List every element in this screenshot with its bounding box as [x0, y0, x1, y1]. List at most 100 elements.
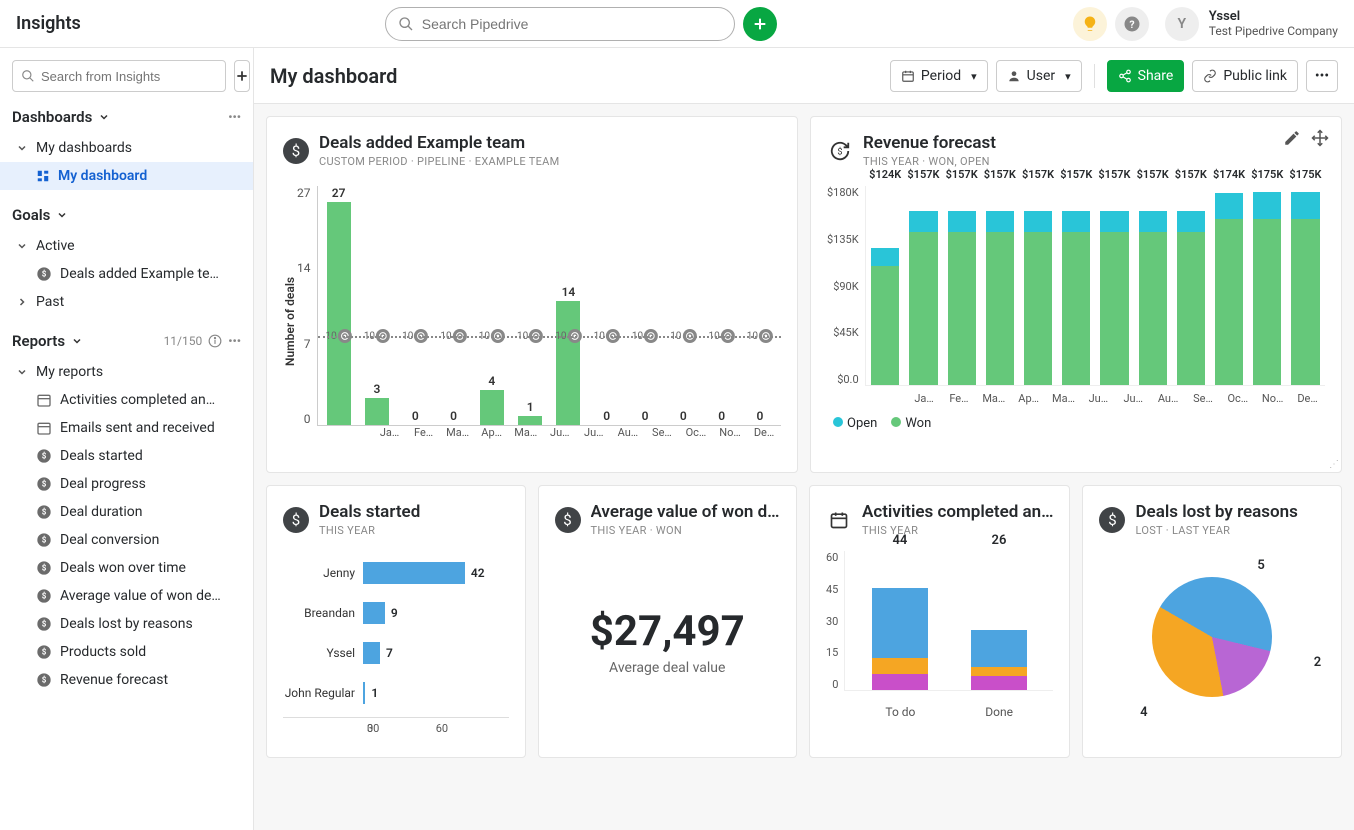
report-label: Deal progress [60, 476, 146, 492]
chevron-down-icon [16, 366, 28, 378]
card-deals-added: $ Deals added Example team CUSTOM PERIOD… [266, 116, 798, 473]
svg-text:$: $ [42, 508, 47, 517]
goals-past-folder[interactable]: Past [0, 288, 253, 316]
revenue-forecast-chart: $180K$135K$90K$45K$0.0 $124K$157K$157K$1… [827, 186, 1325, 431]
y-axis-label: Number of deals [283, 186, 297, 456]
calendar-icon [826, 507, 852, 533]
sidebar-search-input[interactable] [41, 69, 217, 84]
card-deals-lost: $ Deals lost by reasons LOST · LAST YEAR… [1082, 485, 1342, 758]
info-icon[interactable] [208, 334, 222, 348]
dollar-icon: $ [36, 672, 52, 688]
share-button[interactable]: Share [1107, 60, 1185, 92]
more-icon[interactable]: ••• [228, 110, 241, 124]
refresh-dollar-icon: $ [827, 138, 853, 164]
goals-active-folder[interactable]: Active [0, 232, 253, 260]
tips-icon[interactable] [1073, 7, 1107, 41]
calendar-icon [901, 69, 915, 83]
report-label: Deal duration [60, 504, 143, 520]
report-item[interactable]: $Deals won over time [0, 554, 253, 582]
svg-text:$: $ [42, 564, 47, 573]
more-menu-button[interactable]: ••• [1306, 60, 1338, 92]
chevron-down-icon [56, 209, 68, 221]
big-number: $27,497 [590, 607, 745, 656]
dollar-icon: $ [36, 532, 52, 548]
report-label: Activities completed an… [60, 392, 215, 408]
dollar-icon: $ [1099, 507, 1125, 533]
dashboards-section[interactable]: Dashboards ••• [0, 100, 253, 134]
user-company: Test Pipedrive Company [1209, 24, 1338, 38]
sidebar-add-button[interactable] [234, 60, 250, 92]
public-link-button[interactable]: Public link [1192, 60, 1298, 92]
card-subtitle: THIS YEAR · WON, OPEN [863, 155, 996, 168]
report-item[interactable]: Emails sent and received [0, 414, 253, 442]
report-label: Revenue forecast [60, 672, 168, 688]
report-label: Deals started [60, 448, 143, 464]
period-dropdown[interactable]: Period [890, 60, 988, 92]
card-subtitle: THIS YEAR [862, 524, 1053, 537]
goal-item[interactable]: $ Deals added Example te… [0, 260, 253, 288]
report-label: Average value of won de… [60, 588, 221, 604]
chevron-right-icon [16, 296, 28, 308]
report-item[interactable]: $Deals lost by reasons [0, 610, 253, 638]
report-item[interactable]: Activities completed an… [0, 386, 253, 414]
average-value-display: $27,497 Average deal value [555, 541, 781, 741]
big-number-label: Average deal value [609, 660, 725, 676]
reports-section[interactable]: Reports 11/150 ••• [0, 324, 253, 358]
deals-added-chart: Number of deals 271470 27103100100104101… [283, 186, 781, 456]
main-content: My dashboard Period User Share Public li… [254, 48, 1354, 830]
search-icon [21, 69, 35, 83]
share-icon [1118, 69, 1132, 83]
activities-chart: 604530150 4426 To doDone [826, 551, 1053, 731]
sidebar: Dashboards ••• My dashboards My dashboar… [0, 48, 254, 830]
card-revenue-forecast: $ Revenue forecast THIS YEAR · WON, OPEN… [810, 116, 1342, 473]
dollar-icon: $ [36, 476, 52, 492]
global-search-input[interactable] [422, 16, 722, 32]
dollar-icon: $ [36, 644, 52, 660]
report-item[interactable]: $ Deal duration [0, 498, 253, 526]
card-title: Activities completed an… [862, 502, 1053, 522]
card-activities: Activities completed an… THIS YEAR 60453… [809, 485, 1070, 758]
sidebar-item-my-dashboard[interactable]: My dashboard [0, 162, 253, 190]
report-label: Deals lost by reasons [60, 616, 193, 632]
user-dropdown[interactable]: User [996, 60, 1082, 92]
report-item[interactable]: $Products sold [0, 638, 253, 666]
help-icon[interactable]: ? [1115, 7, 1149, 41]
dollar-icon: $ [36, 448, 52, 464]
dashboard-icon [36, 169, 50, 183]
report-item[interactable]: $ Revenue forecast [0, 666, 253, 694]
report-label: Emails sent and received [60, 420, 215, 436]
svg-text:$: $ [42, 270, 47, 279]
my-reports-folder[interactable]: My reports [0, 358, 253, 386]
calendar-icon [36, 420, 52, 436]
card-subtitle: LOST · LAST YEAR [1135, 524, 1297, 537]
svg-text:$: $ [42, 536, 47, 545]
report-item[interactable]: $ Average value of won de… [0, 582, 253, 610]
link-icon [1203, 69, 1217, 83]
user-menu[interactable]: Y Yssel Test Pipedrive Company [1165, 7, 1338, 41]
report-item[interactable]: $ Deal progress [0, 470, 253, 498]
person-icon [1007, 69, 1021, 83]
chevron-down-icon [16, 142, 28, 154]
card-subtitle: CUSTOM PERIOD · PIPELINE · EXAMPLE TEAM [319, 155, 560, 168]
more-icon[interactable]: ••• [228, 334, 241, 348]
edit-icon[interactable] [1283, 129, 1301, 147]
svg-text:$: $ [42, 592, 47, 601]
dollar-icon: $ [36, 504, 52, 520]
card-deals-started: $ Deals started THIS YEAR Jenny42Breanda… [266, 485, 526, 758]
add-button[interactable] [743, 7, 777, 41]
move-icon[interactable] [1311, 129, 1329, 147]
card-title: Revenue forecast [863, 133, 996, 153]
global-search[interactable] [385, 7, 735, 41]
search-icon [398, 16, 414, 32]
user-name: Yssel [1209, 9, 1338, 25]
main-header: My dashboard Period User Share Public li… [254, 48, 1354, 104]
resize-handle-icon[interactable]: ⋰ [1329, 459, 1337, 470]
report-item[interactable]: $ Deals started [0, 442, 253, 470]
goals-section[interactable]: Goals [0, 198, 253, 232]
app-title: Insights [16, 13, 81, 34]
my-dashboards-folder[interactable]: My dashboards [0, 134, 253, 162]
report-item[interactable]: $Deal conversion [0, 526, 253, 554]
page-title: My dashboard [270, 64, 882, 88]
sidebar-search[interactable] [12, 60, 226, 92]
avatar: Y [1165, 7, 1199, 41]
